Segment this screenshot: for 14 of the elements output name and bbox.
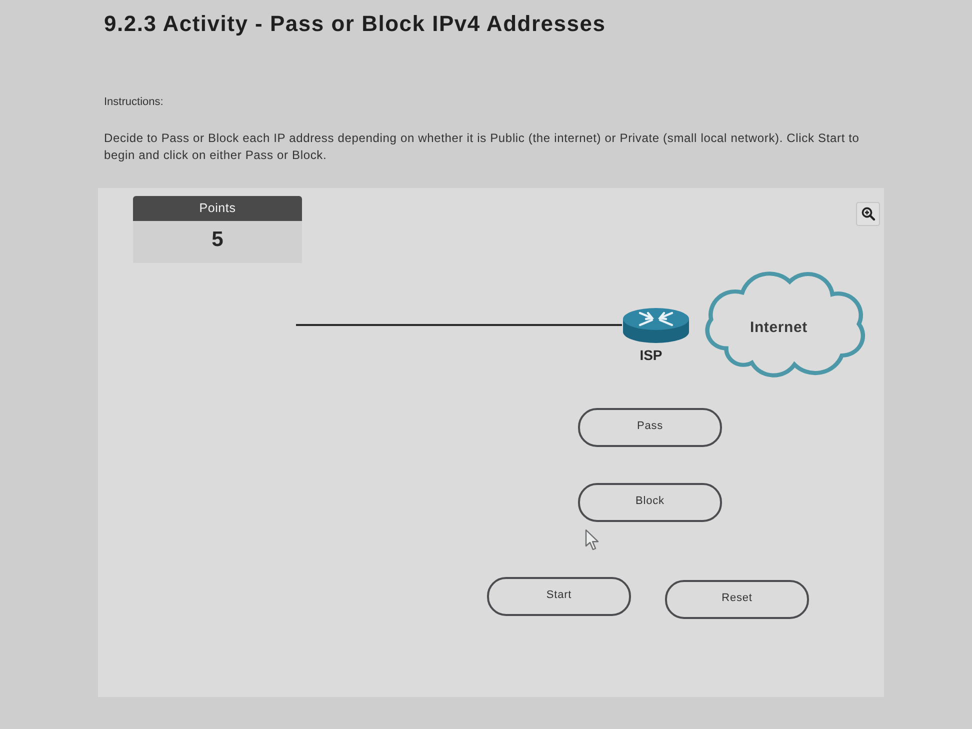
- pass-button[interactable]: Pass: [578, 408, 722, 447]
- instructions-label: Instructions:: [104, 96, 164, 109]
- mouse-pointer-icon: [585, 529, 600, 551]
- instructions-text: Decide to Pass or Block each IP address depending on whether it is Public (the internet) or Private (small local network). Click Start to begin and click on either Pass or Block.: [104, 130, 860, 164]
- points-value: 5: [133, 221, 302, 263]
- router-icon: [622, 307, 690, 344]
- page-title: 9.2.3 Activity - Pass or Block IPv4 Addresses: [104, 11, 606, 37]
- zoom-in-icon[interactable]: [856, 202, 880, 226]
- cloud-label: Internet: [750, 319, 808, 337]
- start-button[interactable]: Start: [487, 577, 631, 616]
- block-button[interactable]: Block: [578, 483, 722, 522]
- points-header: Points: [133, 196, 302, 221]
- reset-button[interactable]: Reset: [665, 580, 809, 619]
- router-label: ISP: [638, 347, 664, 363]
